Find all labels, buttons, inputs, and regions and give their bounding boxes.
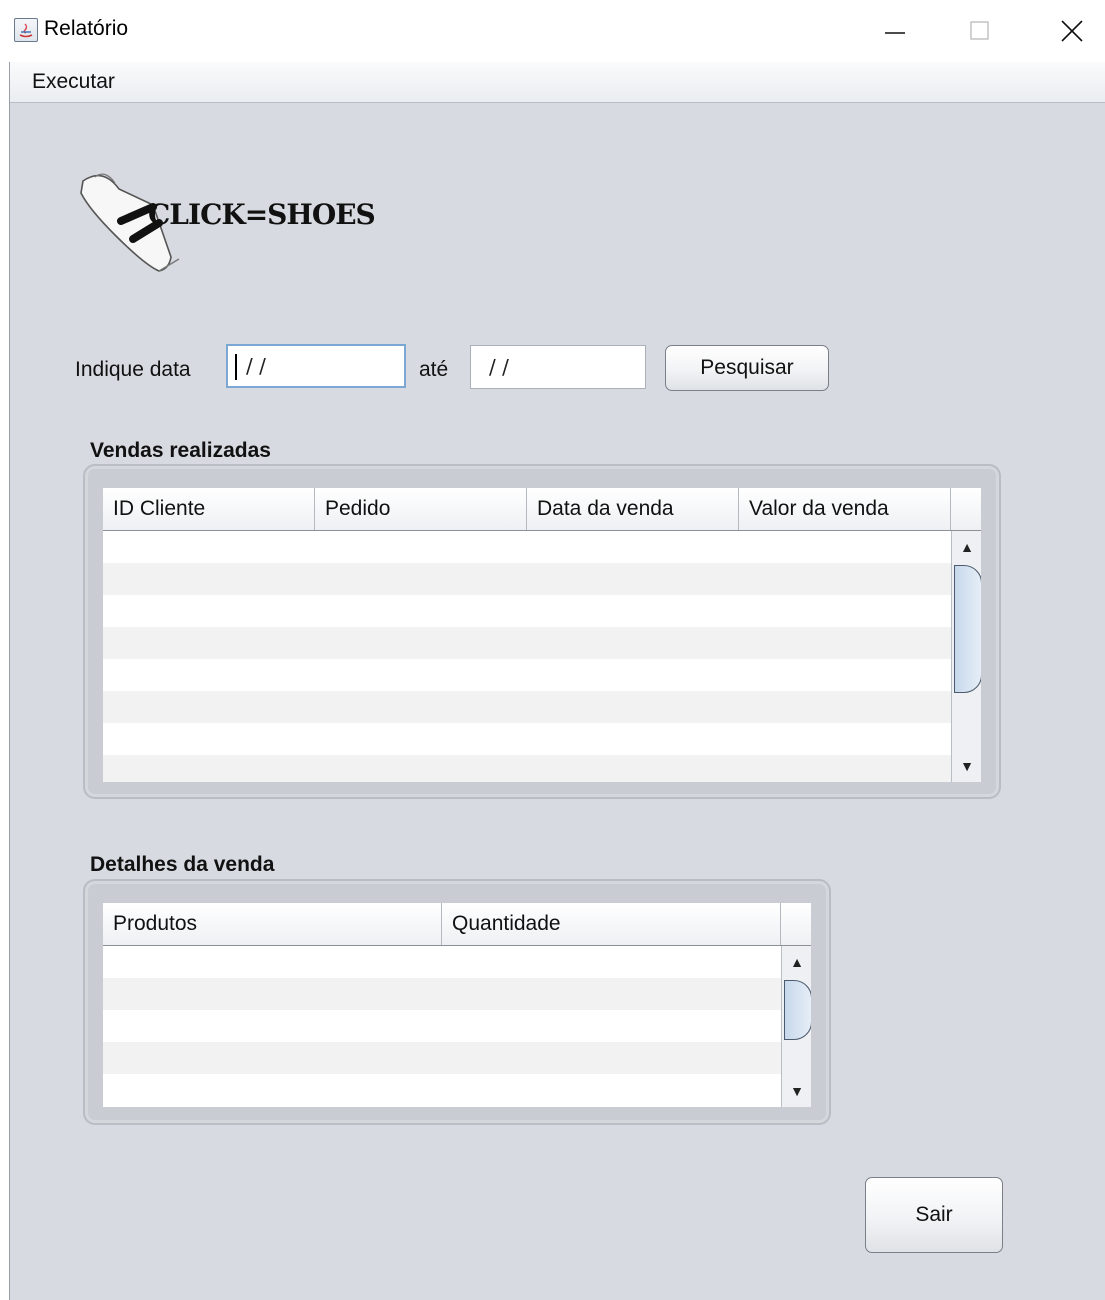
table-row[interactable] <box>103 1074 781 1106</box>
maximize-button[interactable] <box>955 0 1005 62</box>
text-caret <box>235 354 237 380</box>
details-section-title: Detalhes da venda <box>90 853 275 876</box>
col-id-cliente[interactable]: ID Cliente <box>103 488 315 530</box>
header-corner <box>951 488 981 530</box>
triangle-up-icon[interactable]: ▲ <box>952 531 981 563</box>
sales-panel: ID Cliente Pedido Data da venda Valor da… <box>83 464 1001 799</box>
col-produtos[interactable]: Produtos <box>103 903 442 945</box>
triangle-down-icon[interactable]: ▼ <box>952 750 981 782</box>
triangle-down-icon[interactable]: ▼ <box>782 1075 811 1107</box>
triangle-up-icon[interactable]: ▲ <box>782 946 811 978</box>
date-from-value: / / <box>246 354 266 378</box>
menu-executar[interactable]: Executar <box>32 70 115 94</box>
col-pedido[interactable]: Pedido <box>315 488 527 530</box>
details-panel: Produtos Quantidade ▲ ▼ <box>83 879 831 1125</box>
table-row[interactable] <box>103 1010 781 1042</box>
sales-section-title: Vendas realizadas <box>90 439 271 462</box>
table-row[interactable] <box>103 723 951 755</box>
window-title: Relatório <box>44 17 129 40</box>
table-row[interactable] <box>103 563 951 595</box>
table-row[interactable] <box>103 691 951 723</box>
table-row[interactable] <box>103 755 951 782</box>
details-table-header: Produtos Quantidade <box>103 903 811 946</box>
header-corner <box>781 903 811 945</box>
maximize-icon <box>970 21 989 40</box>
sales-table: ID Cliente Pedido Data da venda Valor da… <box>103 488 981 782</box>
table-row[interactable] <box>103 659 951 691</box>
sales-table-header: ID Cliente Pedido Data da venda Valor da… <box>103 488 981 531</box>
col-data-venda[interactable]: Data da venda <box>527 488 739 530</box>
java-icon <box>14 18 38 42</box>
table-row[interactable] <box>103 531 951 563</box>
scroll-thumb[interactable] <box>784 980 811 1040</box>
scroll-thumb[interactable] <box>954 565 981 693</box>
menu-bar: Executar <box>10 62 1105 103</box>
minimize-icon <box>885 32 905 34</box>
table-row[interactable] <box>103 946 781 978</box>
col-quantidade[interactable]: Quantidade <box>442 903 781 945</box>
search-button[interactable]: Pesquisar <box>665 345 829 391</box>
date-from-label: Indique data <box>75 358 191 381</box>
sales-scrollbar[interactable]: ▲ ▼ <box>951 531 981 782</box>
col-valor-venda[interactable]: Valor da venda <box>739 488 951 530</box>
table-row[interactable] <box>103 595 951 627</box>
date-to-field[interactable]: / / <box>470 345 646 389</box>
details-scrollbar[interactable]: ▲ ▼ <box>781 946 811 1107</box>
title-bar: Relatório <box>0 0 1105 62</box>
table-row[interactable] <box>103 978 781 1010</box>
logo-text: CLICK=SHOES <box>148 198 376 231</box>
exit-button[interactable]: Sair <box>865 1177 1003 1253</box>
date-to-label: até <box>419 358 449 381</box>
table-row[interactable] <box>103 1042 781 1074</box>
details-table: Produtos Quantidade ▲ ▼ <box>103 903 811 1107</box>
date-from-field[interactable]: / / <box>226 344 406 388</box>
close-button[interactable] <box>1047 0 1097 62</box>
content-panel: CLICK=SHOES Indique data / / até / / Pes… <box>10 103 1105 1300</box>
close-icon <box>1061 20 1083 42</box>
table-row[interactable] <box>103 627 951 659</box>
minimize-button[interactable] <box>870 0 920 62</box>
date-to-value: / / <box>489 355 509 379</box>
